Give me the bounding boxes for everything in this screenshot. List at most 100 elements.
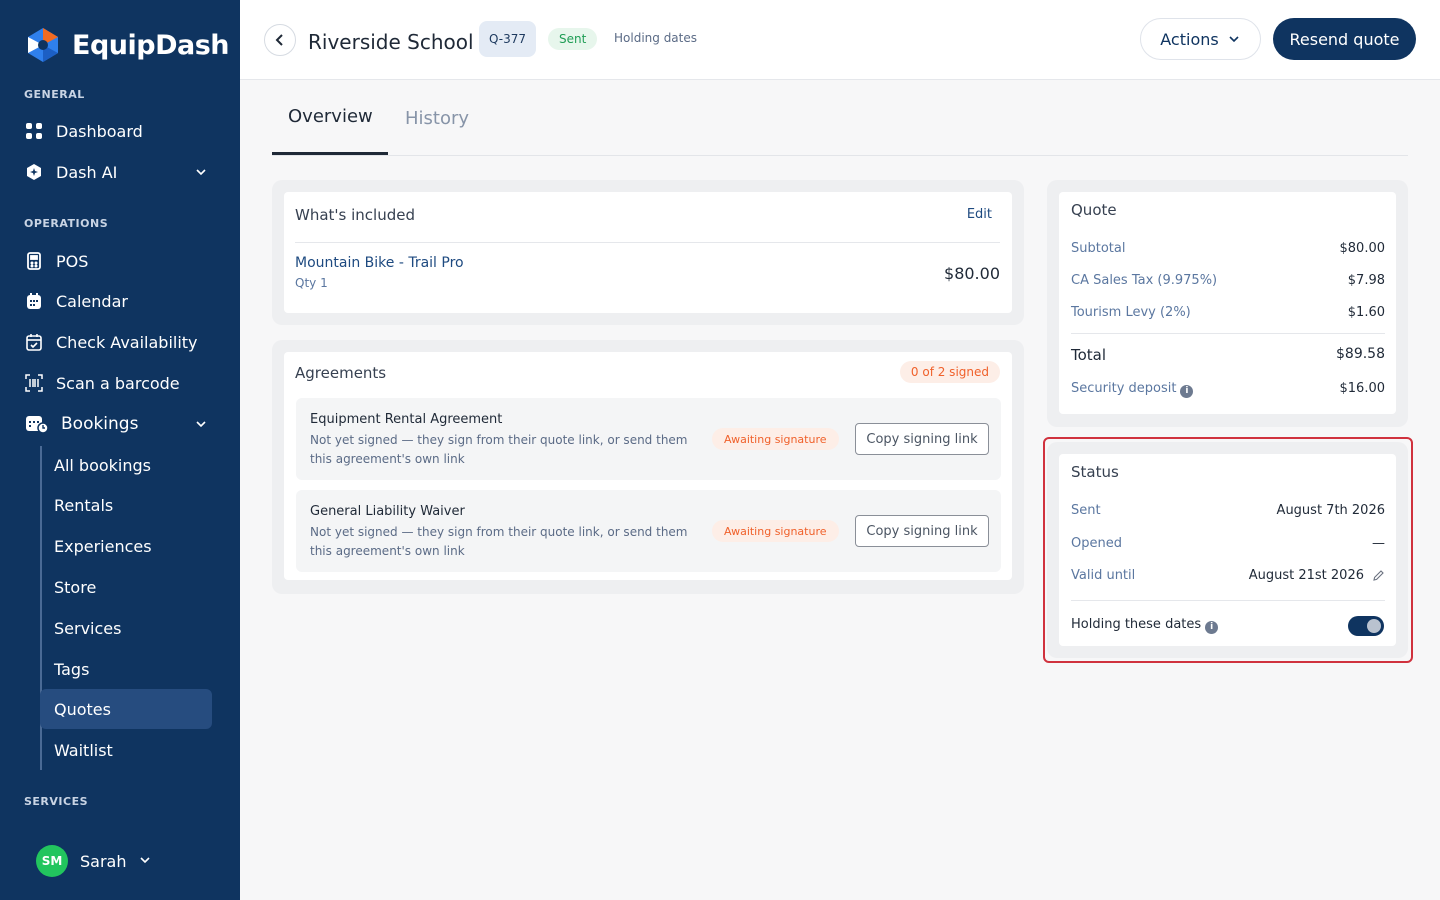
equipdash-logo-icon xyxy=(24,26,62,64)
calendar-icon xyxy=(24,291,44,311)
quote-title: Quote xyxy=(1071,201,1117,219)
quote-line: Tourism Levy (2%) $1.60 xyxy=(1071,305,1385,320)
grid-icon xyxy=(24,121,44,141)
holding-dates-label: Holding dates xyxy=(614,31,697,45)
chevron-down-icon xyxy=(138,852,152,871)
security-deposit-label: Security deposit xyxy=(1071,381,1177,396)
edit-link[interactable]: Edit xyxy=(967,207,992,222)
quote-line-value: $1.60 xyxy=(1347,305,1385,320)
sidebar-subitem-waitlist[interactable]: Waitlist xyxy=(40,730,212,770)
back-button[interactable] xyxy=(264,24,296,56)
agreements-card-body: Agreements 0 of 2 signed Equipment Renta… xyxy=(284,352,1012,580)
agreements-title: Agreements xyxy=(295,364,387,382)
user-menu[interactable]: SM Sarah xyxy=(36,845,152,877)
copy-signing-link-button[interactable]: Copy signing link xyxy=(855,423,989,455)
sidebar-item-calendar[interactable]: Calendar xyxy=(24,283,216,319)
actions-label: Actions xyxy=(1160,29,1219,49)
tab-bar: Overview History xyxy=(272,100,1408,156)
chevron-down-icon xyxy=(194,416,208,435)
agreement-item: Equipment Rental Agreement Not yet signe… xyxy=(296,398,1001,480)
sidebar-item-bookings[interactable]: Bookings xyxy=(24,406,216,442)
resend-quote-button[interactable]: Resend quote xyxy=(1273,18,1416,60)
sidebar-item-dash-ai[interactable]: Dash AI xyxy=(24,154,216,190)
sidebar-item-label: Calendar xyxy=(56,291,128,311)
sidebar-subitem-services[interactable]: Services xyxy=(40,608,212,648)
bookings-icon xyxy=(24,414,49,434)
included-item-qty: Qty 1 xyxy=(295,276,328,290)
quote-card-body: Quote Subtotal $80.00 CA Sales Tax (9.97… xyxy=(1059,192,1396,414)
section-label-operations: OPERATIONS xyxy=(24,217,109,230)
section-label-services: SERVICES xyxy=(24,795,89,808)
sidebar-subitem-all-bookings[interactable]: All bookings xyxy=(40,445,212,485)
awaiting-signature-badge: Awaiting signature xyxy=(712,520,839,542)
agreement-item: General Liability Waiver Not yet signed … xyxy=(296,490,1001,572)
agreements-card: Agreements 0 of 2 signed Equipment Renta… xyxy=(272,340,1024,594)
sidebar-item-dashboard[interactable]: Dashboard xyxy=(24,113,216,149)
chevron-left-icon xyxy=(275,34,283,46)
brand[interactable]: EquipDash xyxy=(24,26,230,64)
calendar-check-icon xyxy=(24,332,44,352)
active-tab-indicator xyxy=(272,152,388,155)
section-label-general: GENERAL xyxy=(24,88,85,101)
quote-line-label: Subtotal xyxy=(1071,241,1126,256)
sidebar-item-label: POS xyxy=(56,251,89,271)
quote-line: Subtotal $80.00 xyxy=(1071,241,1385,256)
actions-dropdown-button[interactable]: Actions xyxy=(1140,18,1261,60)
page-title: Riverside School xyxy=(308,30,474,54)
security-deposit-row: Security deposit i $16.00 xyxy=(1071,381,1385,398)
brand-name: EquipDash xyxy=(72,29,230,61)
sidebar-item-scan-barcode[interactable]: Scan a barcode xyxy=(24,365,216,401)
pos-terminal-icon xyxy=(24,251,44,271)
agreement-name: General Liability Waiver xyxy=(310,504,465,519)
agreement-description: Not yet signed — they sign from their qu… xyxy=(310,525,688,558)
sidebar-item-label: Check Availability xyxy=(56,332,198,352)
quote-total-label: Total xyxy=(1071,346,1107,364)
included-card: What's included Edit Mountain Bike - Tra… xyxy=(272,180,1024,325)
sidebar-item-check-availability[interactable]: Check Availability xyxy=(24,324,216,360)
page-header: Riverside School Q-377 Sent Holding date… xyxy=(240,0,1440,80)
info-icon[interactable]: i xyxy=(1180,384,1194,398)
awaiting-signature-badge: Awaiting signature xyxy=(712,428,839,450)
quote-code-badge: Q-377 xyxy=(479,21,537,57)
divider xyxy=(1071,333,1385,334)
sidebar-item-label: Scan a barcode xyxy=(56,373,180,393)
signed-count-badge: 0 of 2 signed xyxy=(899,361,1000,383)
quote-line-value: $7.98 xyxy=(1347,273,1385,288)
barcode-icon xyxy=(24,373,44,393)
sidebar-subitem-rentals[interactable]: Rentals xyxy=(40,485,212,525)
sidebar-subitem-store[interactable]: Store xyxy=(40,567,212,607)
agreement-name: Equipment Rental Agreement xyxy=(310,412,503,427)
included-item-price: $80.00 xyxy=(944,264,1000,283)
status-highlight-box xyxy=(1043,437,1413,663)
copy-signing-link-button[interactable]: Copy signing link xyxy=(855,515,989,547)
ai-shield-icon xyxy=(24,162,44,182)
sidebar-subitem-quotes[interactable]: Quotes xyxy=(40,689,212,729)
quote-line-label: Tourism Levy (2%) xyxy=(1071,305,1191,320)
divider xyxy=(295,242,1000,243)
included-title: What's included xyxy=(295,206,415,224)
quote-total-row: Total $89.58 xyxy=(1071,346,1385,364)
tab-overview[interactable]: Overview xyxy=(288,106,373,127)
tab-history[interactable]: History xyxy=(405,108,469,129)
sidebar-item-label: Bookings xyxy=(61,414,139,434)
sidebar: EquipDash GENERAL Dashboard Dash AI OPER… xyxy=(0,0,240,900)
quote-line-label: CA Sales Tax (9.975%) xyxy=(1071,273,1218,288)
included-item-name[interactable]: Mountain Bike - Trail Pro xyxy=(295,255,464,271)
agreement-description: Not yet signed — they sign from their qu… xyxy=(310,433,688,466)
quote-line-value: $80.00 xyxy=(1339,241,1386,256)
quote-line: CA Sales Tax (9.975%) $7.98 xyxy=(1071,273,1385,288)
user-name: Sarah xyxy=(80,851,127,871)
sidebar-subitem-tags[interactable]: Tags xyxy=(40,649,212,689)
sidebar-item-label: Dashboard xyxy=(56,121,143,141)
chevron-down-icon xyxy=(1229,36,1239,43)
sidebar-subitem-experiences[interactable]: Experiences xyxy=(40,526,212,566)
sidebar-item-pos[interactable]: POS xyxy=(24,243,216,279)
included-card-body: What's included Edit Mountain Bike - Tra… xyxy=(284,192,1012,313)
sidebar-item-label: Dash AI xyxy=(56,162,118,182)
quote-card: Quote Subtotal $80.00 CA Sales Tax (9.97… xyxy=(1047,180,1408,427)
quote-total-value: $89.58 xyxy=(1336,346,1385,362)
status-badge: Sent xyxy=(548,28,598,50)
security-deposit-value: $16.00 xyxy=(1339,381,1386,396)
avatar: SM xyxy=(36,845,68,877)
chevron-down-icon xyxy=(194,164,208,183)
